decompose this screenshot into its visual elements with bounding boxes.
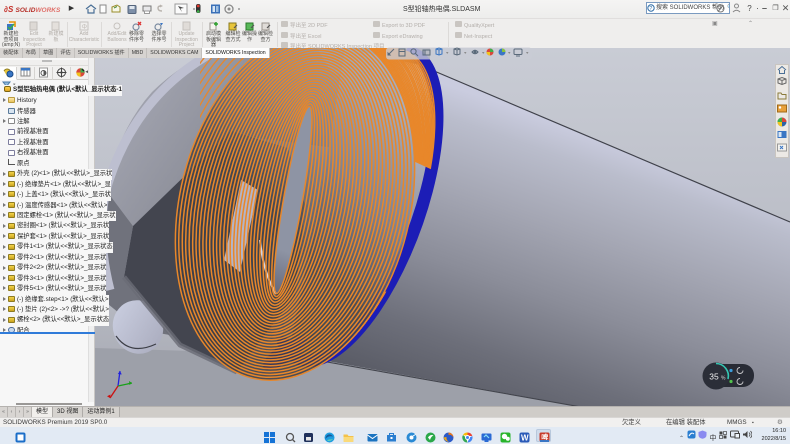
svg-text:W: W: [521, 433, 529, 442]
svg-text:35: 35: [709, 372, 719, 382]
svg-text:%: %: [721, 376, 726, 382]
svg-text:Φ: Φ: [82, 24, 88, 31]
svg-text:?: ?: [649, 6, 652, 12]
